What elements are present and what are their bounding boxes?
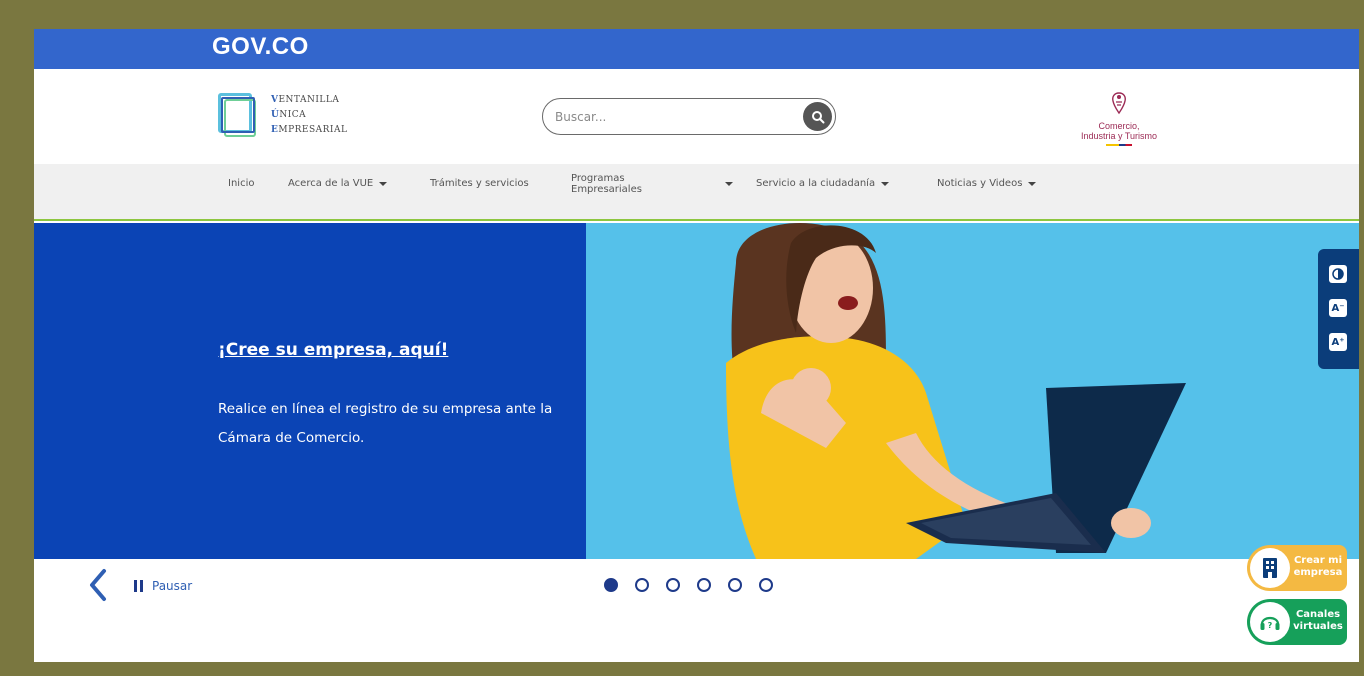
vue-logo-line1: ENTANILLA bbox=[278, 95, 340, 105]
carousel-pause-button[interactable]: Pausar bbox=[134, 579, 192, 593]
nav-item-label: Acerca de la VUE bbox=[288, 178, 374, 189]
hero-description: Realice en línea el registro de su empre… bbox=[218, 401, 553, 446]
vue-logo-text: VENTANILLA ÚNICA EMPRESARIAL bbox=[271, 93, 347, 138]
gov-bar: GOV.CO bbox=[34, 29, 1359, 69]
nav-item-programas[interactable]: Programas Empresariales bbox=[571, 173, 733, 195]
nav-item-label: Noticias y Videos bbox=[937, 178, 1023, 189]
colombia-crest-icon bbox=[1112, 92, 1126, 115]
nav-item-servicio[interactable]: Servicio a la ciudadanía bbox=[756, 178, 890, 189]
browser-frame: GOV.CO VENTANILLA ÚNICA EMPRESARIAL Busc… bbox=[34, 29, 1359, 662]
nav-item-acerca[interactable]: Acerca de la VUE bbox=[288, 178, 388, 189]
ministry-line1: Comercio, bbox=[1098, 121, 1140, 131]
font-decrease-icon: A⁻ bbox=[1331, 302, 1345, 314]
search-icon bbox=[811, 110, 824, 123]
font-increase-icon: A⁺ bbox=[1331, 336, 1345, 348]
caret-down-icon bbox=[379, 181, 388, 186]
building-icon bbox=[1250, 548, 1290, 588]
accessibility-toolbar: A⁻ A⁺ bbox=[1318, 249, 1359, 369]
woman-with-laptop-illustration bbox=[726, 223, 1186, 559]
nav-item-label: Servicio a la ciudadanía bbox=[756, 178, 876, 189]
vue-logo-line3: MPRESARIAL bbox=[278, 125, 348, 135]
ministry-line2: Industria y Turismo bbox=[1080, 131, 1158, 141]
caret-down-icon bbox=[725, 182, 733, 186]
vue-logo[interactable]: VENTANILLA ÚNICA EMPRESARIAL bbox=[216, 87, 356, 147]
carousel-dot-1[interactable] bbox=[604, 578, 618, 592]
hero-title-link[interactable]: ¡Cree su empresa, aquí! bbox=[218, 340, 448, 360]
hero-text-panel: ¡Cree su empresa, aquí! Realice en línea… bbox=[34, 223, 586, 559]
pause-icon bbox=[134, 580, 144, 592]
carousel-dot-2[interactable] bbox=[635, 578, 649, 592]
site-header: VENTANILLA ÚNICA EMPRESARIAL Comercio, I… bbox=[34, 69, 1359, 164]
create-company-button[interactable]: Crear mi empresa bbox=[1247, 545, 1347, 591]
nav-item-tramites[interactable]: Trámites y servicios bbox=[430, 178, 529, 189]
hero-image bbox=[586, 223, 1359, 559]
pause-label: Pausar bbox=[152, 579, 193, 593]
create-company-label: Crear mi empresa bbox=[1293, 555, 1343, 578]
headset-icon: ? bbox=[1250, 602, 1290, 642]
virtual-channels-label: Canales virtuales bbox=[1293, 609, 1343, 632]
nav-item-inicio[interactable]: Inicio bbox=[228, 178, 254, 189]
search-button[interactable] bbox=[803, 102, 832, 131]
contrast-toggle-button[interactable] bbox=[1329, 265, 1347, 283]
search-box bbox=[542, 98, 836, 135]
ministry-logo[interactable]: Comercio, Industria y Turismo bbox=[1064, 91, 1174, 146]
main-nav: Inicio Acerca de la VUE Trámites y servi… bbox=[34, 164, 1359, 221]
vue-logo-line2: NICA bbox=[279, 110, 307, 120]
nav-item-label: Trámites y servicios bbox=[430, 178, 529, 189]
carousel-prev-button[interactable] bbox=[86, 567, 112, 603]
vue-logo-icon bbox=[216, 89, 258, 143]
carousel-dot-6[interactable] bbox=[759, 578, 773, 592]
decrease-font-button[interactable]: A⁻ bbox=[1329, 299, 1347, 317]
colombia-flag-stripe bbox=[1106, 144, 1132, 146]
caret-down-icon bbox=[881, 181, 890, 186]
caret-down-icon bbox=[1028, 181, 1037, 186]
carousel-controls: Pausar bbox=[34, 559, 1359, 662]
nav-item-label: Programas Empresariales bbox=[571, 173, 642, 195]
increase-font-button[interactable]: A⁺ bbox=[1329, 333, 1347, 351]
contrast-icon bbox=[1332, 268, 1344, 280]
carousel-dots bbox=[604, 578, 773, 592]
carousel-dot-3[interactable] bbox=[666, 578, 680, 592]
carousel-dot-5[interactable] bbox=[728, 578, 742, 592]
nav-item-noticias[interactable]: Noticias y Videos bbox=[937, 178, 1037, 189]
chevron-left-icon bbox=[90, 569, 106, 601]
search-input[interactable] bbox=[555, 107, 795, 127]
virtual-channels-button[interactable]: ? Canales virtuales bbox=[1247, 599, 1347, 645]
svg-text:?: ? bbox=[1268, 621, 1273, 630]
carousel-dot-4[interactable] bbox=[697, 578, 711, 592]
gov-co-logo[interactable]: GOV.CO bbox=[212, 33, 309, 61]
nav-item-label: Inicio bbox=[228, 178, 255, 189]
